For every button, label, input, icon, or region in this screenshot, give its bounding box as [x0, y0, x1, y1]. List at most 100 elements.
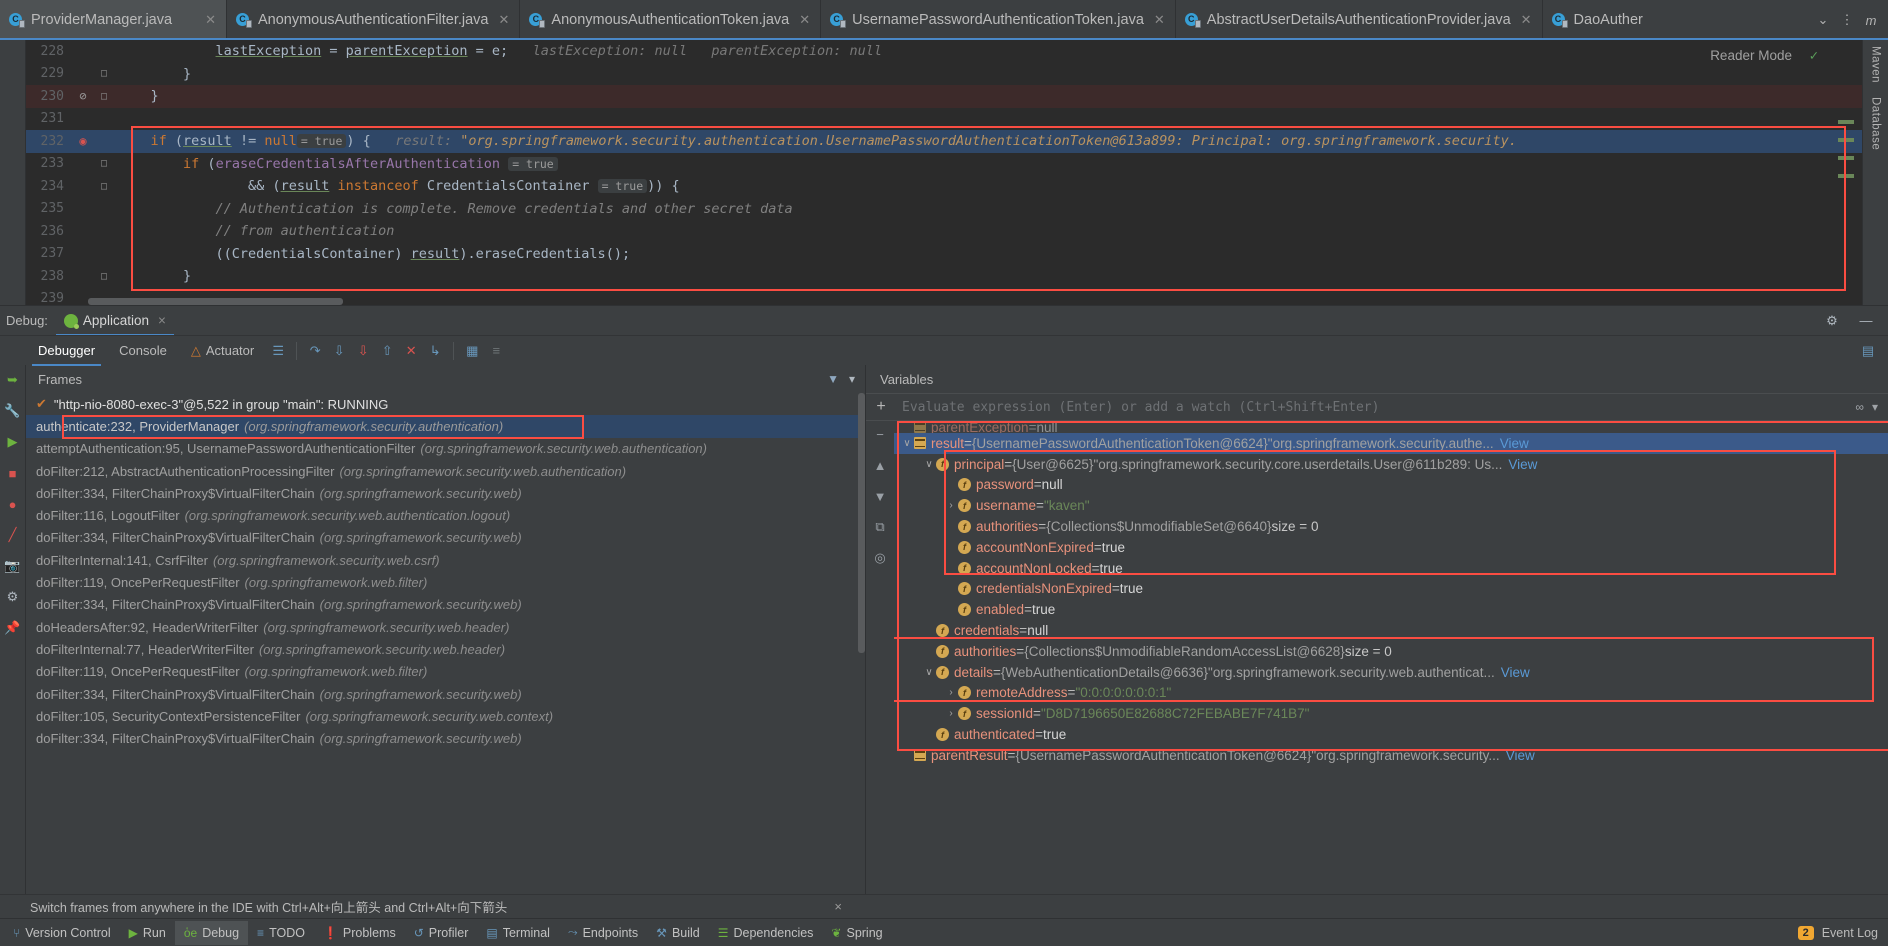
- variable-row[interactable]: f accountNonLocked = true: [894, 558, 1888, 579]
- move-up-icon[interactable]: ▲: [871, 456, 889, 474]
- view-breakpoints-icon[interactable]: ●: [4, 495, 22, 513]
- status-bar-item-dependencies[interactable]: ☰ Dependencies: [709, 921, 823, 945]
- layout-icon[interactable]: ☰: [266, 339, 290, 363]
- variable-row[interactable]: › f username = "kaven": [894, 495, 1888, 516]
- step-out-icon[interactable]: ⇧: [375, 339, 399, 363]
- frame-row[interactable]: doHeadersAfter:92, HeaderWriterFilter (or…: [26, 616, 865, 638]
- code-fold-icon[interactable]: □: [94, 158, 114, 169]
- copy-icon[interactable]: ⧉: [871, 518, 889, 536]
- remove-watch-icon[interactable]: −: [871, 425, 889, 443]
- code-editor[interactable]: 228 lastException = parentException = e;…: [26, 40, 1862, 305]
- variable-row[interactable]: f authorities = {Collections$Unmodifiable…: [894, 516, 1888, 537]
- view-value-link[interactable]: View: [1508, 457, 1537, 472]
- close-icon[interactable]: ×: [158, 313, 166, 328]
- settings-list-icon[interactable]: ≡: [484, 339, 508, 363]
- camera-icon[interactable]: 📷: [4, 557, 22, 575]
- evaluate-expression-icon[interactable]: ▦: [460, 339, 484, 363]
- status-bar-item-profiler[interactable]: ↺ Profiler: [405, 921, 478, 945]
- frame-row[interactable]: doFilter:334, FilterChainProxy$VirtualFi…: [26, 594, 865, 616]
- tab-debugger[interactable]: Debugger: [26, 336, 107, 366]
- add-watch-button[interactable]: +: [866, 398, 896, 416]
- event-log-label[interactable]: Event Log: [1822, 926, 1878, 940]
- variables-list[interactable]: parentException = null ∨ result = {Usernam…: [894, 421, 1888, 894]
- variable-row[interactable]: parentResult = {UsernamePasswordAuthenti…: [894, 745, 1888, 766]
- run-to-cursor-icon[interactable]: ↳: [423, 339, 447, 363]
- code-line[interactable]: 238 □ }: [26, 265, 1862, 288]
- frames-vscrollbar[interactable]: [858, 393, 865, 894]
- frame-row[interactable]: doFilter:334, FilterChainProxy$VirtualFi…: [26, 683, 865, 705]
- frames-vscrollbar-thumb[interactable]: [858, 393, 865, 653]
- layout-settings-icon[interactable]: ▤: [1856, 339, 1880, 363]
- status-bar-item-terminal[interactable]: ▤ Terminal: [477, 921, 559, 945]
- variable-row[interactable]: f accountNonExpired = true: [894, 537, 1888, 558]
- force-step-into-icon[interactable]: ⇩: [351, 339, 375, 363]
- play-icon[interactable]: ▶: [4, 433, 22, 451]
- move-down-icon[interactable]: ▼: [871, 487, 889, 505]
- code-line[interactable]: 229 □ }: [26, 63, 1862, 86]
- tab-close-icon[interactable]: ✕: [799, 12, 810, 28]
- reader-mode-label[interactable]: Reader Mode: [1710, 48, 1792, 63]
- variable-row[interactable]: ∨ f details = {WebAuthenticationDetails@66…: [894, 662, 1888, 683]
- frame-row[interactable]: doFilter:105, SecurityContextPersistence…: [26, 705, 865, 727]
- view-value-link[interactable]: View: [1506, 748, 1535, 763]
- variable-row[interactable]: f credentialsNonExpired = true: [894, 579, 1888, 600]
- frame-row[interactable]: doFilter:116, LogoutFilter (org.springfra…: [26, 504, 865, 526]
- maven-tool-label[interactable]: Maven: [1870, 46, 1882, 83]
- code-fold-icon[interactable]: □: [94, 271, 114, 282]
- resume-program-icon[interactable]: ➥: [4, 371, 22, 389]
- frame-row[interactable]: doFilter:334, FilterChainProxy$VirtualFi…: [26, 727, 865, 749]
- status-bar-item-run[interactable]: ▶ Run: [120, 921, 175, 945]
- maven-icon[interactable]: m: [1860, 7, 1882, 33]
- mute-breakpoints-icon[interactable]: ╱: [4, 526, 22, 544]
- status-bar-item-spring[interactable]: ❦ Spring: [822, 921, 891, 945]
- code-line[interactable]: 237 ((CredentialsContainer) result).eras…: [26, 243, 1862, 266]
- code-line[interactable]: 234 □ && (result instanceof CredentialsCo…: [26, 175, 1862, 198]
- variable-row[interactable]: f password = null: [894, 475, 1888, 496]
- tab-close-icon[interactable]: ✕: [499, 12, 510, 28]
- status-bar-item-debug[interactable]: ὁe Debug: [174, 920, 249, 945]
- inspection-status-icon[interactable]: ✓: [1810, 48, 1818, 64]
- chevron-down-icon[interactable]: ▾: [1872, 400, 1878, 414]
- code-fold-icon[interactable]: □: [94, 181, 114, 192]
- variable-row[interactable]: f authenticated = true: [894, 724, 1888, 745]
- chevron-down-icon[interactable]: ⌄: [1812, 7, 1834, 33]
- pin-icon[interactable]: 📌: [4, 619, 22, 637]
- variable-row[interactable]: parentException = null: [894, 421, 1888, 433]
- close-icon[interactable]: ×: [834, 899, 842, 914]
- status-bar-item-problems[interactable]: ❗ Problems: [314, 921, 405, 945]
- frame-row[interactable]: doFilterInternal:141, CsrfFilter (org.spr…: [26, 549, 865, 571]
- expand-icon[interactable]: ›: [944, 708, 958, 719]
- code-line[interactable]: 230 ⊘ □ }: [26, 85, 1862, 108]
- drop-frame-icon[interactable]: ✕: [399, 339, 423, 363]
- stop-icon[interactable]: ■: [4, 464, 22, 482]
- inspect-icon[interactable]: ◎: [871, 549, 889, 567]
- editor-tab-5[interactable]: C DaoAuther: [1543, 0, 1653, 40]
- status-bar-item-todo[interactable]: ≡ TODO: [248, 921, 314, 945]
- code-line[interactable]: 228 lastException = parentException = e;…: [26, 40, 1862, 63]
- expand-icon[interactable]: ›: [944, 500, 958, 511]
- wrench-icon[interactable]: 🔧: [4, 402, 22, 420]
- gear-icon[interactable]: ⚙: [1820, 309, 1844, 333]
- frame-row[interactable]: attemptAuthentication:95, UsernamePasswo…: [26, 438, 865, 460]
- frame-row[interactable]: doFilter:334, FilterChainProxy$VirtualFi…: [26, 527, 865, 549]
- gutter-mark-icon[interactable]: ⊘: [72, 89, 94, 103]
- code-fold-icon[interactable]: □: [94, 91, 114, 102]
- variable-row[interactable]: f credentials = null: [894, 620, 1888, 641]
- step-into-icon[interactable]: ⇩: [327, 339, 351, 363]
- editor-hscrollbar[interactable]: [88, 298, 1538, 305]
- variable-row[interactable]: › f sessionId = "D8D7196650E82688C72FEBABE…: [894, 703, 1888, 724]
- code-fold-icon[interactable]: □: [94, 68, 114, 79]
- status-bar-item-version-control[interactable]: ⑂ Version Control: [4, 921, 120, 945]
- editor-hscrollbar-thumb[interactable]: [88, 298, 343, 305]
- filter-icon[interactable]: ▼: [827, 372, 839, 386]
- editor-tab-4[interactable]: C AbstractUserDetailsAuthenticationProvi…: [1176, 0, 1543, 40]
- expand-collapse-icon[interactable]: ∨: [900, 438, 914, 449]
- expand-collapse-icon[interactable]: ∨: [922, 459, 936, 470]
- evaluate-expression-input[interactable]: Evaluate expression (Enter) or add a wat…: [896, 400, 1855, 415]
- tab-close-icon[interactable]: ✕: [1154, 12, 1165, 28]
- frame-row[interactable]: doFilter:119, OncePerRequestFilter (org.s…: [26, 661, 865, 683]
- expand-collapse-icon[interactable]: ∨: [922, 667, 936, 678]
- minimize-icon[interactable]: —: [1854, 309, 1878, 333]
- code-line[interactable]: 233 □ if (eraseCredentialsAfterAuthentica…: [26, 153, 1862, 176]
- frames-thread-row[interactable]: ✔ "http-nio-8080-exec-3"@5,522 in group "…: [26, 393, 865, 415]
